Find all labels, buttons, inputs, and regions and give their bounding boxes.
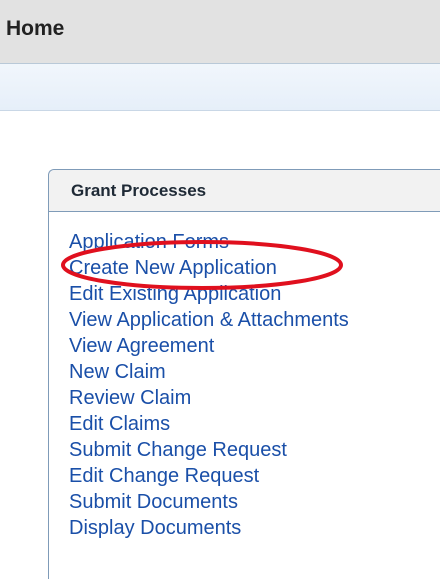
link-review-claim[interactable]: Review Claim <box>69 385 349 411</box>
link-view-application-attachments[interactable]: View Application & Attachments <box>69 307 349 333</box>
link-submit-documents[interactable]: Submit Documents <box>69 489 349 515</box>
sub-header-bar <box>0 64 440 111</box>
page: Home Grant Processes Application Forms C… <box>0 0 440 579</box>
link-view-agreement[interactable]: View Agreement <box>69 333 349 359</box>
link-application-forms[interactable]: Application Forms <box>69 229 349 255</box>
panel-title: Grant Processes <box>71 181 207 200</box>
home-header: Home <box>0 0 440 64</box>
page-title: Home <box>6 17 65 40</box>
link-edit-change-request[interactable]: Edit Change Request <box>69 463 349 489</box>
grant-processes-list: Application Forms Create New Application… <box>69 229 349 541</box>
link-edit-claims[interactable]: Edit Claims <box>69 411 349 437</box>
grant-processes-header: Grant Processes <box>49 170 440 212</box>
link-submit-change-request[interactable]: Submit Change Request <box>69 437 349 463</box>
link-display-documents[interactable]: Display Documents <box>69 515 349 541</box>
link-create-new-application[interactable]: Create New Application <box>69 255 349 281</box>
link-edit-existing-application[interactable]: Edit Existing Application <box>69 281 349 307</box>
link-new-claim[interactable]: New Claim <box>69 359 349 385</box>
